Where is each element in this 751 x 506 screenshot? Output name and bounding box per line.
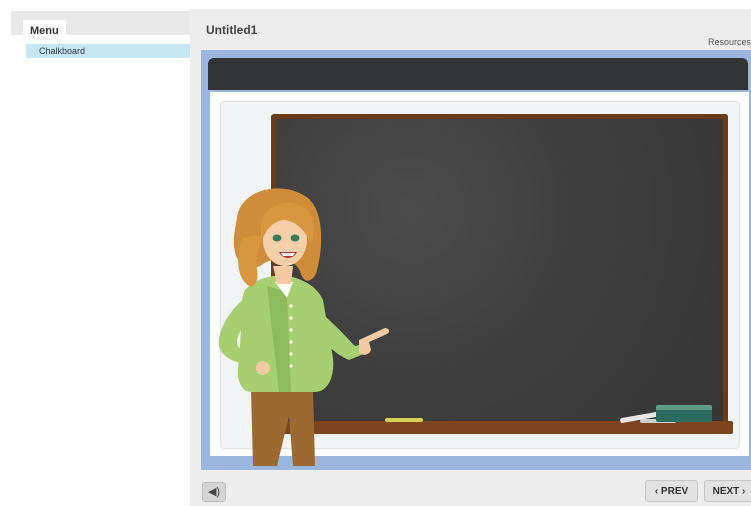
next-button[interactable]: NEXT ›: [704, 480, 751, 502]
eraser-top: [656, 405, 712, 410]
pants: [251, 390, 315, 466]
speaker-icon: ◀︎): [207, 486, 221, 498]
teacher-character: [218, 188, 390, 466]
slide-title-bar: [208, 58, 748, 90]
teeth: [281, 253, 295, 256]
left-hand: [256, 361, 270, 375]
page-title: Untitled1: [206, 23, 258, 37]
eye-right: [290, 234, 300, 242]
prev-button[interactable]: ‹ PREV: [645, 480, 698, 502]
sidebar-menu: Menu Chalkboard: [9, 9, 193, 506]
resources-link[interactable]: Resources: [708, 37, 751, 47]
eye-left: [272, 234, 282, 242]
pointing-hand: [359, 328, 390, 355]
audio-button[interactable]: ◀︎): [202, 482, 226, 502]
sidebar-item-chalkboard[interactable]: Chalkboard: [26, 44, 193, 58]
menu-tab[interactable]: Menu: [23, 20, 66, 42]
